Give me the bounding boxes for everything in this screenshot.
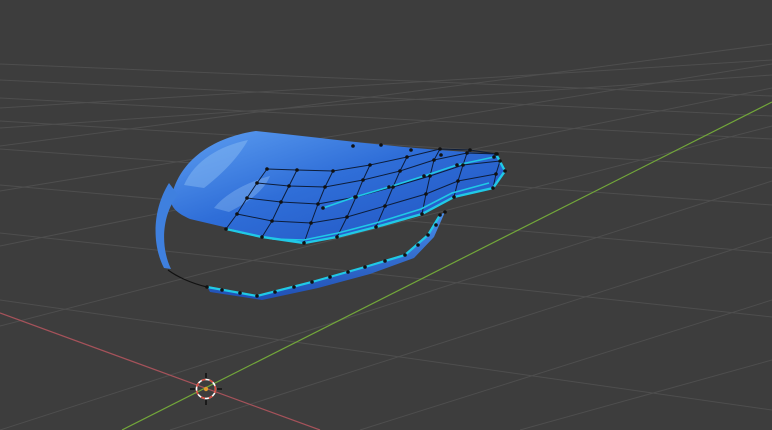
mesh-vertex[interactable] (383, 204, 387, 208)
grid-line (0, 97, 772, 140)
mesh-vertex[interactable] (265, 167, 269, 171)
mesh-top-surface[interactable] (170, 131, 505, 243)
mesh-vertex[interactable] (292, 285, 296, 289)
mesh-vertex[interactable] (224, 227, 228, 231)
mesh-vertex[interactable] (279, 200, 283, 204)
mesh-vertex[interactable] (416, 243, 420, 247)
grid-line (0, 59, 772, 109)
mesh-vertex[interactable] (328, 275, 332, 279)
x-axis-line (0, 312, 321, 430)
mesh-vertex[interactable] (361, 178, 365, 182)
mesh-vertex[interactable] (456, 179, 460, 183)
mesh-vertex[interactable] (398, 169, 402, 173)
grid-line (359, 299, 772, 430)
mesh-vertex[interactable] (235, 212, 239, 216)
mesh-vertex[interactable] (503, 169, 507, 173)
mesh-vertex[interactable] (491, 186, 495, 190)
grid-line (0, 232, 772, 318)
mesh-vertex[interactable] (270, 219, 274, 223)
3d-viewport[interactable] (0, 0, 772, 430)
mesh-vertex[interactable] (405, 155, 409, 159)
mesh-left-flap[interactable] (155, 183, 178, 269)
grid-line (0, 43, 772, 147)
mesh-vertex[interactable] (255, 181, 259, 185)
mesh-vertex[interactable] (428, 174, 432, 178)
mesh-vertex[interactable] (379, 143, 383, 147)
mesh-vertex[interactable] (424, 192, 428, 196)
mesh-vertex[interactable] (409, 148, 413, 152)
mesh-vertex[interactable] (387, 185, 391, 189)
mesh-vertex[interactable] (321, 206, 325, 210)
grid-line (0, 74, 772, 129)
mesh-vertex[interactable] (494, 172, 498, 176)
mesh-vertex[interactable] (310, 280, 314, 284)
mesh-vertex[interactable] (492, 155, 496, 159)
grid-line (0, 79, 772, 117)
grid-line (169, 236, 772, 430)
mesh-vertex[interactable] (432, 158, 436, 162)
mesh-vertex[interactable] (461, 163, 465, 167)
mesh-vertex[interactable] (368, 163, 372, 167)
mesh-vertex[interactable] (403, 253, 407, 257)
mesh-vertex[interactable] (363, 265, 367, 269)
mesh-vertex[interactable] (273, 290, 277, 294)
mesh-vertex[interactable] (260, 235, 264, 239)
mesh-vertex[interactable] (434, 223, 438, 227)
mesh-vertex[interactable] (302, 241, 306, 245)
mesh-vertex[interactable] (238, 291, 242, 295)
mesh-vertex[interactable] (205, 285, 209, 289)
mesh-vertex[interactable] (468, 148, 472, 152)
grid-line (0, 63, 772, 97)
3d-cursor-icon[interactable] (190, 373, 222, 405)
mesh-vertex[interactable] (374, 225, 378, 229)
mesh-vertex[interactable] (439, 153, 443, 157)
mesh-vertex[interactable] (255, 294, 259, 298)
mesh-vertex[interactable] (346, 270, 350, 274)
mesh-vertex[interactable] (245, 196, 249, 200)
mesh-vertex[interactable] (353, 195, 357, 199)
mesh-vertex[interactable] (220, 288, 224, 292)
mesh-vertex[interactable] (331, 169, 335, 173)
mesh-vertex[interactable] (438, 213, 442, 217)
mesh-vertex[interactable] (316, 202, 320, 206)
mesh-vertex[interactable] (438, 147, 442, 151)
mesh-vertex[interactable] (498, 159, 502, 163)
mesh-vertex[interactable] (287, 184, 291, 188)
mesh-vertex[interactable] (335, 235, 339, 239)
mesh-vertex[interactable] (309, 221, 313, 225)
mesh-vertex[interactable] (422, 174, 426, 178)
floor-grid (0, 43, 772, 430)
mesh-vertex[interactable] (420, 212, 424, 216)
viewport-canvas[interactable] (0, 0, 772, 430)
mesh-vertex[interactable] (452, 195, 456, 199)
mesh-vertex[interactable] (323, 185, 327, 189)
mesh-vertex[interactable] (443, 210, 447, 214)
mesh-vertex[interactable] (426, 233, 430, 237)
mesh-vertex[interactable] (465, 151, 469, 155)
grid-line (519, 359, 772, 430)
mesh-vertex[interactable] (383, 259, 387, 263)
mesh-vertex[interactable] (345, 215, 349, 219)
mesh-thin-edge (167, 269, 208, 288)
mesh-vertex[interactable] (391, 185, 395, 189)
mesh-vertex[interactable] (494, 152, 498, 156)
mesh-object[interactable] (155, 131, 507, 300)
mesh-vertex[interactable] (295, 168, 299, 172)
mesh-vertex[interactable] (455, 163, 459, 167)
mesh-vertex[interactable] (351, 144, 355, 148)
